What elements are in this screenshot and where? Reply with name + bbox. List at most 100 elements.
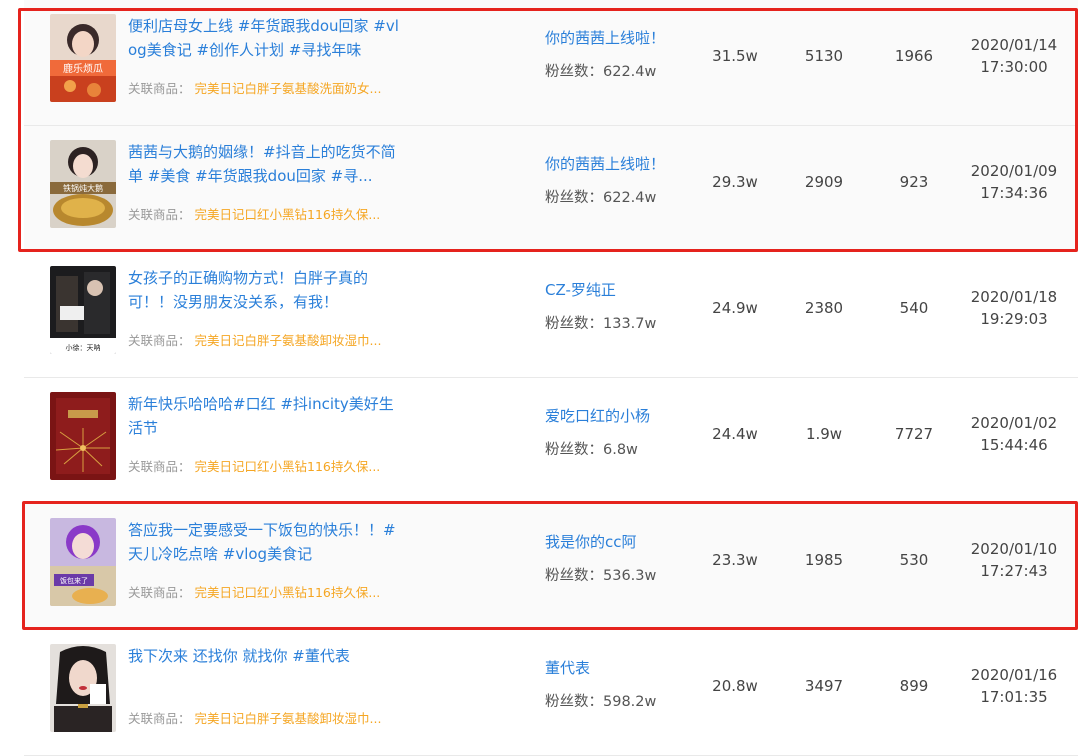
table-row[interactable]: 铁锅炖大鹅 茜茜与大鹅的姻缘！#抖音上的吃货不简单 #美食 #年货跟我dou回家…	[24, 126, 1078, 252]
product-link[interactable]: 完美日记口红小黑钻116持久保...	[195, 585, 381, 600]
author-name[interactable]: 你的茜茜上线啦！	[545, 154, 695, 174]
video-list: 鹿乐烦瓜 便利店母女上线 #年货跟我dou回家 #vlog美食记 #创作人计划 …	[0, 0, 1080, 756]
thumbnail-caption: 铁锅炖大鹅	[63, 183, 103, 193]
likes-count: 24.9w	[712, 299, 758, 317]
likes-count: 29.3w	[712, 173, 758, 191]
table-row[interactable]: 小徐：天呐 女孩子的正确购物方式！白胖子真的可！！没男朋友没关系，有我！ 关联商…	[24, 252, 1078, 378]
video-thumbnail[interactable]	[50, 392, 116, 480]
shares-count: 7727	[894, 425, 934, 443]
publish-date: 2020/01/10	[970, 540, 1058, 558]
publish-clock: 17:27:43	[980, 562, 1048, 580]
video-thumbnail[interactable]: 鹿乐烦瓜	[50, 14, 116, 102]
shares-count: 540	[899, 299, 929, 317]
fans-value: 622.4w	[603, 190, 657, 206]
publish-date: 2020/01/09	[970, 162, 1058, 180]
publish-date: 2020/01/14	[970, 36, 1058, 54]
fans-label: 粉丝数：	[545, 442, 603, 458]
table-row[interactable]: 鹿乐烦瓜 便利店母女上线 #年货跟我dou回家 #vlog美食记 #创作人计划 …	[24, 0, 1078, 126]
likes-count: 31.5w	[712, 47, 758, 65]
thumbnail-caption: 饭包来了	[60, 576, 88, 585]
table-row[interactable]: 新年快乐哈哈哈#口红 #抖incity美好生活节 关联商品： 完美日记口红小黑钻…	[24, 378, 1078, 504]
publish-clock: 19:29:03	[980, 310, 1048, 328]
shares-count: 923	[899, 173, 929, 191]
thumbnail-caption: 小徐：天呐	[66, 343, 101, 352]
related-product: 关联商品： 完美日记白胖子氨基酸洗面奶女...	[128, 80, 408, 98]
author-name[interactable]: CZ-罗纯正	[545, 280, 695, 300]
table-row[interactable]: 我下次来 还找你 就找你 #董代表 关联商品： 完美日记白胖子氨基酸卸妆湿巾..…	[24, 630, 1078, 756]
publish-date: 2020/01/18	[970, 288, 1058, 306]
product-label: 关联商品：	[128, 711, 191, 726]
comments-count: 2380	[804, 299, 844, 317]
fans-label: 粉丝数：	[545, 316, 603, 332]
likes-count: 20.8w	[712, 677, 758, 695]
publish-time: 2020/01/02 15:44:46	[954, 412, 1074, 456]
comments-count: 5130	[804, 47, 844, 65]
likes-count: 24.4w	[712, 425, 758, 443]
video-title[interactable]: 答应我一定要感受一下饭包的快乐！！#天儿冷吃点啥 #vlog美食记	[128, 518, 408, 566]
product-label: 关联商品：	[128, 585, 191, 600]
video-thumbnail[interactable]	[50, 644, 116, 732]
related-product: 关联商品： 完美日记口红小黑钻116持久保...	[128, 458, 408, 476]
publish-clock: 17:30:00	[980, 58, 1048, 76]
video-thumbnail[interactable]: 饭包来了	[50, 518, 116, 606]
fans-value: 622.4w	[603, 64, 657, 80]
video-thumbnail[interactable]: 铁锅炖大鹅	[50, 140, 116, 228]
publish-time: 2020/01/10 17:27:43	[954, 538, 1074, 582]
fans-label: 粉丝数：	[545, 64, 603, 80]
fans-count: 粉丝数：6.8w	[545, 440, 695, 460]
product-link[interactable]: 完美日记白胖子氨基酸洗面奶女...	[195, 81, 382, 96]
video-title[interactable]: 便利店母女上线 #年货跟我dou回家 #vlog美食记 #创作人计划 #寻找年味	[128, 14, 408, 62]
shares-count: 1966	[894, 47, 934, 65]
fans-count: 粉丝数：622.4w	[545, 188, 695, 208]
publish-time: 2020/01/09 17:34:36	[954, 160, 1074, 204]
product-label: 关联商品：	[128, 81, 191, 96]
video-title[interactable]: 新年快乐哈哈哈#口红 #抖incity美好生活节	[128, 392, 408, 440]
publish-time: 2020/01/14 17:30:00	[954, 34, 1074, 78]
publish-clock: 15:44:46	[980, 436, 1048, 454]
author-name[interactable]: 我是你的cc阿	[545, 532, 695, 552]
fans-value: 133.7w	[603, 316, 657, 332]
publish-date: 2020/01/02	[970, 414, 1058, 432]
fans-value: 536.3w	[603, 568, 657, 584]
fans-count: 粉丝数：598.2w	[545, 692, 695, 712]
video-title[interactable]: 女孩子的正确购物方式！白胖子真的可！！没男朋友没关系，有我！	[128, 266, 408, 314]
related-product: 关联商品： 完美日记白胖子氨基酸卸妆湿巾...	[128, 332, 408, 350]
publish-clock: 17:01:35	[980, 688, 1048, 706]
fans-count: 粉丝数：133.7w	[545, 314, 695, 334]
product-link[interactable]: 完美日记白胖子氨基酸卸妆湿巾...	[195, 333, 382, 348]
comments-count: 3497	[804, 677, 844, 695]
likes-count: 23.3w	[712, 551, 758, 569]
product-link[interactable]: 完美日记白胖子氨基酸卸妆湿巾...	[195, 711, 382, 726]
product-link[interactable]: 完美日记口红小黑钻116持久保...	[195, 207, 381, 222]
author-name[interactable]: 董代表	[545, 658, 695, 678]
product-label: 关联商品：	[128, 333, 191, 348]
related-product: 关联商品： 完美日记口红小黑钻116持久保...	[128, 206, 408, 224]
product-link[interactable]: 完美日记口红小黑钻116持久保...	[195, 459, 381, 474]
publish-clock: 17:34:36	[980, 184, 1048, 202]
video-title[interactable]: 我下次来 还找你 就找你 #董代表	[128, 644, 408, 668]
video-title[interactable]: 茜茜与大鹅的姻缘！#抖音上的吃货不简单 #美食 #年货跟我dou回家 #寻...	[128, 140, 408, 188]
fans-count: 粉丝数：536.3w	[545, 566, 695, 586]
publish-time: 2020/01/18 19:29:03	[954, 286, 1074, 330]
author-name[interactable]: 你的茜茜上线啦！	[545, 28, 695, 48]
product-label: 关联商品：	[128, 459, 191, 474]
related-product: 关联商品： 完美日记口红小黑钻116持久保...	[128, 584, 408, 602]
product-label: 关联商品：	[128, 207, 191, 222]
author-name[interactable]: 爱吃口红的小杨	[545, 406, 695, 426]
fans-label: 粉丝数：	[545, 694, 603, 710]
publish-date: 2020/01/16	[970, 666, 1058, 684]
comments-count: 1985	[804, 551, 844, 569]
shares-count: 530	[899, 551, 929, 569]
fans-count: 粉丝数：622.4w	[545, 62, 695, 82]
comments-count: 1.9w	[805, 425, 843, 443]
thumbnail-caption: 鹿乐烦瓜	[63, 62, 103, 75]
table-row[interactable]: 饭包来了 答应我一定要感受一下饭包的快乐！！#天儿冷吃点啥 #vlog美食记 关…	[24, 504, 1078, 630]
fans-label: 粉丝数：	[545, 568, 603, 584]
comments-count: 2909	[804, 173, 844, 191]
fans-value: 6.8w	[603, 442, 638, 458]
video-thumbnail[interactable]: 小徐：天呐	[50, 266, 116, 354]
shares-count: 899	[899, 677, 929, 695]
publish-time: 2020/01/16 17:01:35	[954, 664, 1074, 708]
fans-label: 粉丝数：	[545, 190, 603, 206]
related-product: 关联商品： 完美日记白胖子氨基酸卸妆湿巾...	[128, 710, 408, 728]
